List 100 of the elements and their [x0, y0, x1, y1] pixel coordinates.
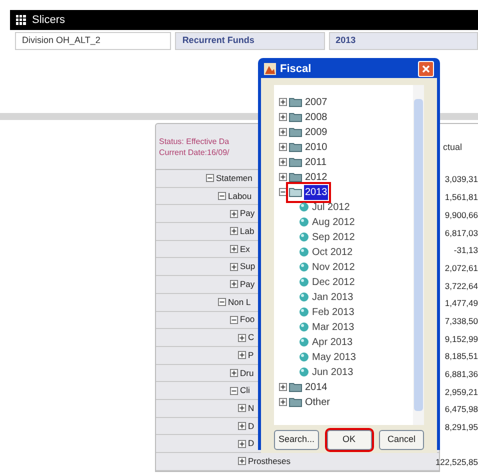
value-cell: 9,900,66 — [444, 208, 478, 222]
expand-icon[interactable] — [238, 351, 246, 360]
dialog-button[interactable]: OK — [326, 430, 372, 450]
folder-icon — [289, 172, 302, 182]
value-cell: 6,881,36 — [444, 368, 478, 381]
expand-icon[interactable] — [230, 280, 238, 288]
leaf-ball-icon — [299, 232, 309, 242]
value-cell: 3,722,64 — [444, 280, 478, 292]
tree-item[interactable]: May 2013 — [312, 350, 356, 364]
row-label: Foo — [240, 313, 255, 326]
folder-icon — [289, 382, 302, 392]
tree-item[interactable]: Sep 2012 — [312, 230, 355, 244]
tree-item[interactable]: 2007 — [289, 94, 328, 110]
tree-item[interactable]: Jul 2012 — [312, 200, 350, 214]
row-label: Statemen — [216, 172, 252, 185]
slicer-field[interactable]: 2013 — [328, 32, 478, 50]
tree-item[interactable]: Jun 2013 — [312, 364, 354, 380]
leaf-ball-icon — [299, 337, 309, 347]
tree-item[interactable]: Mar 2013 — [312, 320, 354, 334]
leaf-ball-icon — [299, 202, 309, 212]
expand-icon[interactable] — [279, 128, 287, 136]
folder-icon — [289, 157, 302, 167]
expand-icon[interactable] — [230, 245, 238, 254]
expand-icon[interactable] — [230, 210, 238, 218]
tree-item[interactable]: 2010 — [289, 140, 328, 154]
value-cell: 2,072,61 — [444, 262, 478, 275]
folder-icon — [289, 127, 302, 137]
expand-icon[interactable] — [230, 262, 238, 271]
collapse-icon[interactable] — [218, 298, 226, 306]
tree-item[interactable]: 2012 — [289, 170, 328, 184]
leaf-ball-icon — [299, 247, 309, 257]
scrollbar[interactable] — [413, 84, 424, 424]
row-label: N — [248, 402, 254, 415]
value-cell: 9,152,99 — [444, 332, 478, 346]
value-cell: 7,338,50 — [444, 314, 478, 328]
close-button[interactable] — [418, 61, 434, 78]
tree-item[interactable]: Aug 2012 — [312, 214, 355, 230]
tree-item[interactable]: Nov 2012 — [312, 260, 355, 274]
expand-icon[interactable] — [238, 334, 246, 342]
collapse-icon[interactable] — [206, 174, 214, 182]
tree-item[interactable]: Jan 2013 — [312, 290, 354, 304]
expand-icon[interactable] — [238, 404, 246, 412]
column-header: ctual — [442, 140, 462, 154]
expand-icon[interactable] — [279, 173, 287, 181]
tree-item[interactable]: 2008 — [289, 110, 328, 124]
value-cell: 6,475,98 — [444, 403, 478, 416]
folder-icon — [289, 187, 302, 197]
leaf-ball-icon — [299, 322, 309, 332]
expand-icon[interactable] — [279, 143, 287, 151]
folder-icon — [289, 397, 302, 407]
expand-icon[interactable] — [279, 98, 287, 106]
tree-item[interactable]: Apr 2013 — [312, 334, 353, 350]
expand-icon[interactable] — [238, 440, 246, 448]
row-label: Sup — [240, 260, 256, 274]
tree-item[interactable]: Feb 2013 — [312, 304, 354, 320]
expand-icon[interactable] — [238, 422, 246, 430]
value-cell: 1,477,49 — [444, 297, 478, 310]
slicer-field[interactable]: Division OH_ALT_2 — [15, 32, 172, 50]
row-label: Lab — [240, 225, 254, 238]
collapse-icon[interactable] — [230, 316, 238, 324]
leaf-ball-icon — [299, 367, 309, 377]
expand-icon[interactable] — [238, 457, 246, 466]
value-cell: 2,959,21 — [444, 386, 478, 398]
row-label: Non L — [228, 296, 251, 309]
row-label: Pay — [240, 278, 255, 291]
close-icon — [422, 65, 430, 74]
row-label: D — [248, 437, 254, 450]
value-cell: 1,561,81 — [444, 191, 478, 204]
tree-item[interactable]: Oct 2012 — [312, 244, 353, 260]
leaf-ball-icon — [299, 277, 309, 287]
tree-item[interactable]: 2009 — [289, 124, 328, 140]
row-label: C — [248, 331, 254, 344]
window-title: Slicers — [32, 12, 66, 28]
tree-item[interactable]: Dec 2012 — [312, 274, 355, 290]
row-label: Dru — [240, 366, 254, 380]
dialog-button[interactable]: Cancel — [379, 430, 424, 450]
value-cell: 8,291,95 — [444, 421, 478, 434]
tree-item[interactable]: 2014 — [289, 380, 328, 394]
row-label: Cli — [240, 384, 250, 397]
row-label: Labou — [228, 190, 252, 202]
tree-item[interactable]: 2011 — [289, 154, 328, 170]
collapse-icon[interactable] — [218, 192, 226, 200]
row-label: P — [248, 348, 254, 362]
expand-icon[interactable] — [279, 383, 287, 391]
leaf-ball-icon — [299, 307, 309, 317]
expand-icon[interactable] — [230, 368, 238, 377]
leaf-ball-icon — [299, 262, 309, 272]
dialog-button[interactable]: Search... — [274, 430, 319, 450]
value-cell: 6,817,03 — [444, 226, 478, 240]
expand-icon[interactable] — [279, 158, 287, 166]
expand-icon[interactable] — [279, 113, 287, 121]
collapse-icon[interactable] — [230, 386, 238, 395]
value-cell: 3,039,31 — [444, 173, 478, 186]
leaf-ball-icon — [299, 352, 309, 362]
tree-item[interactable]: Other — [289, 394, 332, 410]
value-cell: -31,13 — [454, 244, 478, 257]
expand-icon[interactable] — [230, 227, 238, 236]
expand-icon[interactable] — [279, 398, 287, 406]
slicer-field[interactable]: Recurrent Funds — [175, 32, 325, 50]
value-cell: 122,525,85 — [435, 456, 478, 470]
